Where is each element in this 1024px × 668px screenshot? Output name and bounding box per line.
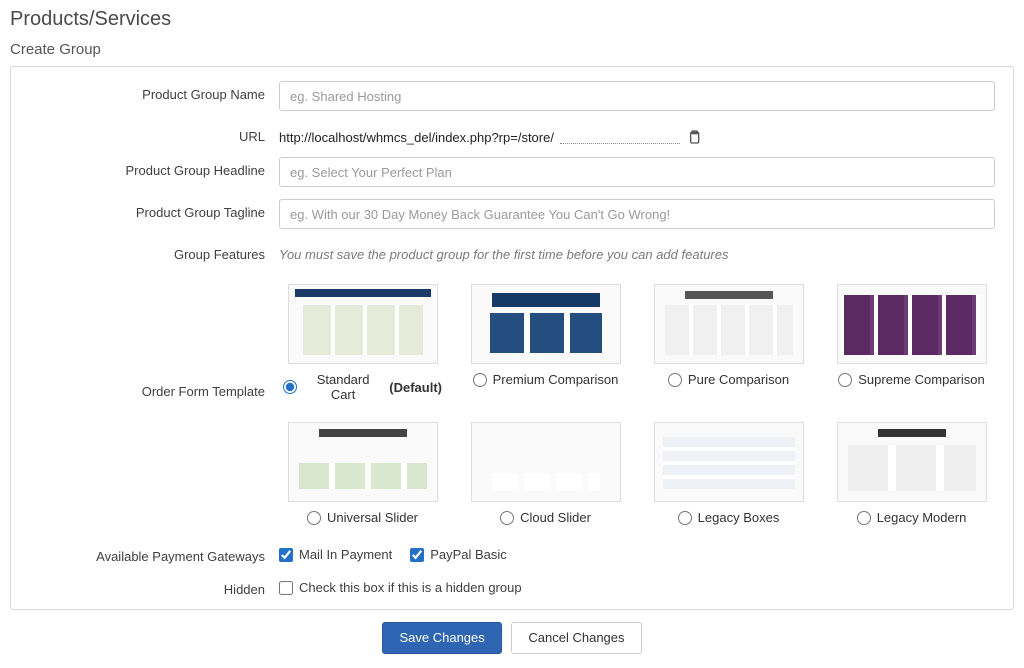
template-radio-cloud[interactable] — [500, 511, 514, 525]
template-radio-pure[interactable] — [668, 373, 682, 387]
url-base-text: http://localhost/whmcs_del/index.php?rp=… — [279, 130, 554, 145]
gateway-option-mailin[interactable]: Mail In Payment — [279, 547, 392, 562]
group-name-input[interactable] — [279, 81, 995, 111]
clipboard-icon[interactable] — [686, 129, 702, 145]
tagline-input[interactable] — [279, 199, 995, 229]
template-label: Standard Cart — [303, 372, 383, 402]
hidden-checkbox-label[interactable]: Check this box if this is a hidden group — [299, 580, 522, 595]
gateways-row: Mail In Payment PayPal Basic — [279, 543, 995, 562]
template-default-suffix: (Default) — [389, 380, 442, 395]
label-tagline: Product Group Tagline — [29, 199, 279, 220]
label-headline: Product Group Headline — [29, 157, 279, 178]
template-option-pure[interactable]: Pure Comparison — [649, 284, 808, 402]
page-subtitle: Create Group — [10, 41, 1014, 58]
form-panel: Product Group Name URL http://localhost/… — [10, 66, 1014, 610]
template-option-standard[interactable]: Standard Cart (Default) — [283, 284, 442, 402]
cancel-button[interactable]: Cancel Changes — [511, 622, 641, 654]
template-radio-standard[interactable] — [283, 380, 297, 394]
gateway-label: Mail In Payment — [299, 547, 392, 562]
label-hidden: Hidden — [29, 576, 279, 597]
gateway-checkbox-paypal[interactable] — [410, 548, 424, 562]
template-thumbnail[interactable] — [837, 284, 987, 364]
template-option-universal[interactable]: Universal Slider — [283, 422, 442, 525]
template-label: Universal Slider — [327, 510, 418, 525]
label-url: URL — [29, 123, 279, 144]
template-thumbnail[interactable] — [471, 422, 621, 502]
template-thumbnail[interactable] — [654, 422, 804, 502]
template-label: Pure Comparison — [688, 372, 789, 387]
hidden-checkbox[interactable] — [279, 581, 293, 595]
gateway-checkbox-mailin[interactable] — [279, 548, 293, 562]
template-option-premium[interactable]: Premium Comparison — [466, 284, 625, 402]
template-option-legacy[interactable]: Legacy Boxes — [649, 422, 808, 525]
template-thumbnail[interactable] — [654, 284, 804, 364]
gateway-label: PayPal Basic — [430, 547, 507, 562]
label-gateways: Available Payment Gateways — [29, 543, 279, 564]
template-thumbnail[interactable] — [288, 422, 438, 502]
template-radio-legacy[interactable] — [678, 511, 692, 525]
template-thumbnail[interactable] — [288, 284, 438, 364]
gateway-option-paypal[interactable]: PayPal Basic — [410, 547, 507, 562]
label-group-name: Product Group Name — [29, 81, 279, 102]
page-title: Products/Services — [10, 8, 1014, 31]
templates-grid: Standard Cart (Default) Premium Compariso… — [279, 274, 995, 531]
save-button[interactable]: Save Changes — [382, 622, 501, 654]
template-option-legacymod[interactable]: Legacy Modern — [832, 422, 991, 525]
template-label: Premium Comparison — [493, 372, 619, 387]
template-label: Legacy Modern — [877, 510, 967, 525]
template-label: Legacy Boxes — [698, 510, 780, 525]
template-label: Supreme Comparison — [858, 372, 984, 387]
features-hint: You must save the product group for the … — [279, 241, 995, 262]
template-radio-premium[interactable] — [473, 373, 487, 387]
label-features: Group Features — [29, 241, 279, 262]
url-slug-input[interactable] — [560, 130, 680, 144]
template-radio-supreme[interactable] — [838, 373, 852, 387]
headline-input[interactable] — [279, 157, 995, 187]
template-option-supreme[interactable]: Supreme Comparison — [832, 284, 991, 402]
template-radio-legacymod[interactable] — [857, 511, 871, 525]
template-option-cloud[interactable]: Cloud Slider — [466, 422, 625, 525]
template-thumbnail[interactable] — [471, 284, 621, 364]
template-thumbnail[interactable] — [837, 422, 987, 502]
label-template: Order Form Template — [29, 274, 279, 399]
template-radio-universal[interactable] — [307, 511, 321, 525]
template-label: Cloud Slider — [520, 510, 591, 525]
